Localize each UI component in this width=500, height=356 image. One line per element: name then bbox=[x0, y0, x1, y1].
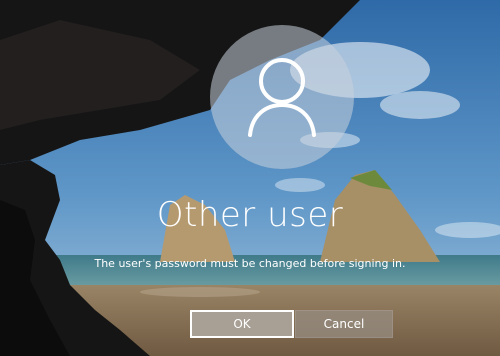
user-avatar bbox=[210, 25, 354, 169]
person-icon bbox=[248, 58, 316, 137]
password-change-message: The user's password must be changed befo… bbox=[94, 257, 406, 270]
cancel-button[interactable]: Cancel bbox=[295, 310, 393, 338]
user-name: Other user bbox=[156, 195, 344, 235]
ok-button[interactable]: OK bbox=[190, 310, 294, 338]
